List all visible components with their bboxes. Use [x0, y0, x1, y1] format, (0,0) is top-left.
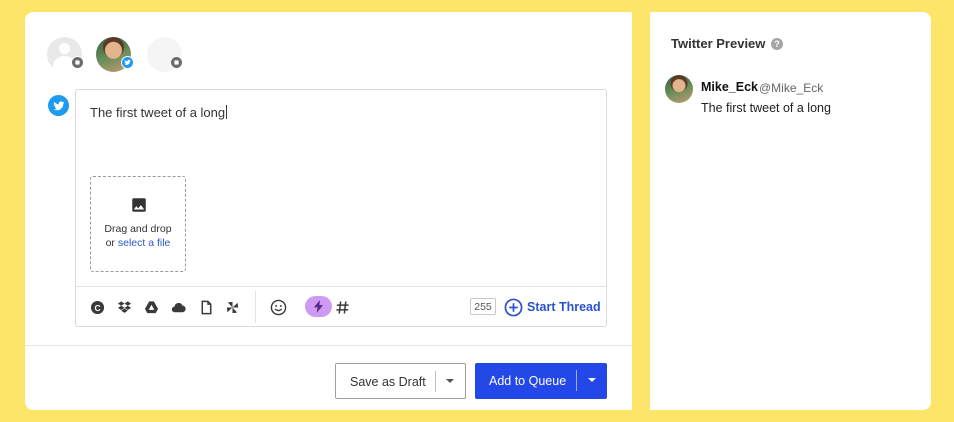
twitter-icon [48, 95, 69, 116]
lightning-icon[interactable] [305, 296, 332, 317]
editor-toolbar: C 255 Start Thread [76, 286, 606, 327]
add-to-queue-label: Add to Queue [489, 374, 567, 388]
footer-divider [25, 345, 632, 346]
start-thread-label: Start Thread [527, 300, 601, 314]
google-drive-icon[interactable] [144, 300, 159, 315]
dropbox-icon[interactable] [117, 300, 132, 315]
preview-tweet-text: The first tweet of a long [701, 101, 831, 115]
document-icon[interactable] [199, 300, 214, 315]
button-separator [576, 370, 577, 391]
add-to-queue-button[interactable]: Add to Queue [475, 363, 607, 399]
twitter-preview-panel: Twitter Preview ? Mike_Eck @Mike_Eck The… [650, 12, 931, 410]
content-library-icon[interactable]: C [90, 300, 105, 315]
avatar [665, 75, 693, 103]
save-as-draft-button[interactable]: Save as Draft [335, 363, 466, 399]
svg-text:C: C [94, 303, 100, 313]
tweet-editor[interactable]: The first tweet of a long Drag and drop … [75, 89, 607, 327]
preview-display-name: Mike_Eck [701, 80, 758, 94]
help-icon[interactable]: ? [771, 38, 783, 50]
select-file-link[interactable]: select a file [118, 237, 171, 249]
twitter-badge-icon [121, 56, 134, 69]
network-badge-icon [170, 56, 183, 69]
tweet-text-input[interactable]: The first tweet of a long [90, 105, 228, 120]
text-caret [226, 105, 228, 119]
dropzone-label: Drag and drop [104, 223, 172, 235]
preview-title: Twitter Preview [671, 36, 766, 51]
hashtag-icon[interactable] [335, 300, 350, 315]
start-thread-button[interactable]: Start Thread [504, 297, 601, 317]
dropzone-sublabel: or select a file [105, 237, 171, 249]
plus-circle-icon [504, 298, 523, 316]
media-dropzone[interactable]: Drag and drop or select a file [90, 176, 186, 272]
chevron-down-icon[interactable] [588, 378, 596, 382]
button-separator [435, 371, 436, 392]
emoji-icon[interactable] [270, 299, 287, 316]
onedrive-icon[interactable] [171, 300, 186, 315]
preview-handle: @Mike_Eck [759, 81, 824, 95]
composer-panel: The first tweet of a long Drag and drop … [25, 12, 632, 410]
chevron-down-icon[interactable] [446, 379, 454, 383]
save-as-draft-label: Save as Draft [350, 375, 426, 389]
network-badge-icon [71, 56, 84, 69]
pinwheel-icon[interactable] [225, 300, 240, 315]
toolbar-divider [255, 291, 256, 323]
image-icon [132, 198, 146, 212]
character-count: 255 [470, 298, 496, 315]
